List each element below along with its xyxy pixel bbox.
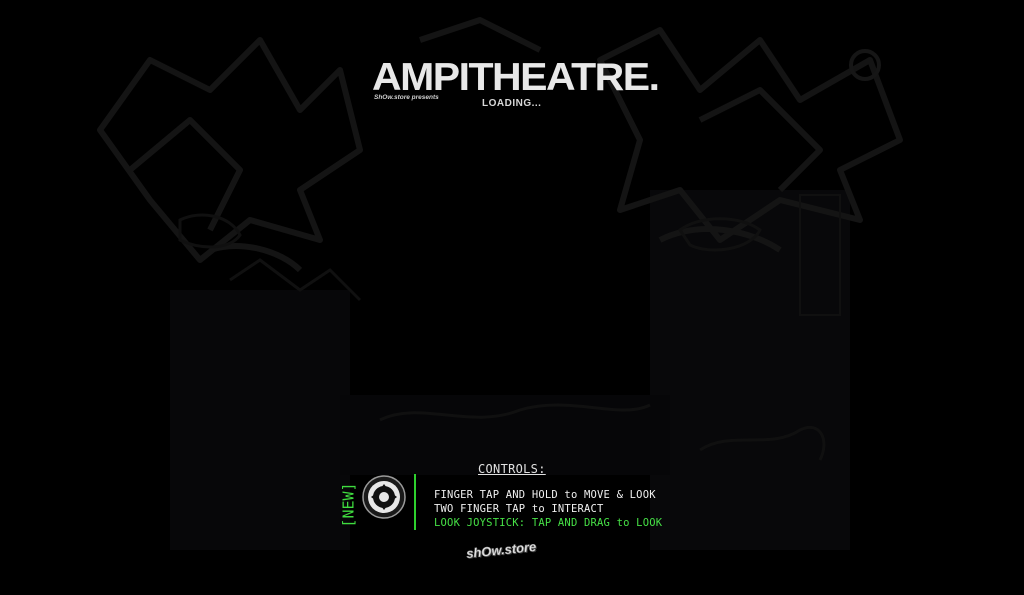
controls-divider — [414, 474, 416, 530]
new-badge-label: [NEW] — [339, 482, 358, 528]
controls-list: FINGER TAP AND HOLD to MOVE & LOOK TWO F… — [434, 488, 662, 530]
show-store-logo-text: shOw.store — [465, 538, 537, 562]
title-block: AMPITHEATRE. ShOw.store presents LOADING… — [372, 56, 662, 116]
control-line-interact: TWO FINGER TAP to INTERACT — [434, 503, 604, 515]
joystick-icon — [362, 475, 406, 519]
loading-status: LOADING... — [482, 98, 542, 109]
control-line-joystick: LOOK JOYSTICK: TAP AND DRAG to LOOK — [434, 517, 663, 529]
controls-heading: CONTROLS: — [478, 462, 546, 476]
show-store-logo: shOw.store — [465, 539, 546, 566]
presents-label: ShOw.store presents — [374, 94, 439, 101]
control-line-move: FINGER TAP AND HOLD to MOVE & LOOK — [434, 489, 656, 501]
game-title: AMPITHEATRE. — [372, 55, 660, 99]
